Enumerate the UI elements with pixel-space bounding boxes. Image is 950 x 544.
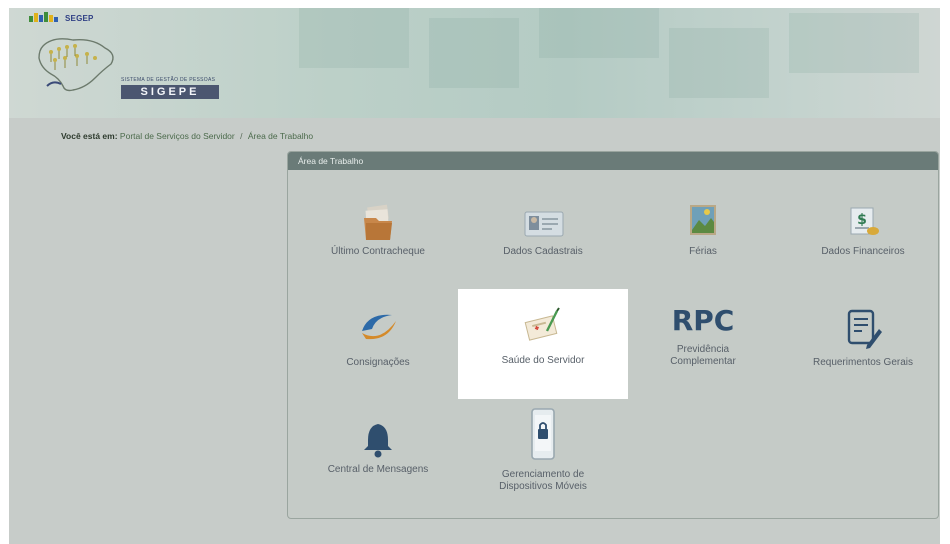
tile-ferias[interactable]: Férias — [618, 202, 788, 258]
landscape-icon — [690, 205, 716, 235]
tile-dados-cadastrais[interactable]: Dados Cadastrais — [458, 202, 628, 258]
tile-label: Último Contracheque — [331, 246, 425, 257]
tile-ultimo-contracheque[interactable]: Último Contracheque — [293, 202, 463, 258]
money-icon: $ — [850, 207, 879, 235]
tile-central-de-mensagens[interactable]: Central de Mensagens — [293, 420, 463, 476]
bell-icon — [364, 424, 392, 458]
segep-logo-icon — [29, 12, 58, 22]
tile-label: Dados Cadastrais — [503, 246, 583, 257]
folder-icon — [364, 204, 392, 240]
breadcrumb-separator: / — [240, 131, 243, 141]
svg-text:RPC: RPC — [673, 304, 733, 336]
rpc-icon: RPC — [673, 304, 733, 336]
document-edit-icon — [847, 309, 882, 349]
tile-requerimentos-gerais[interactable]: Requerimentos Gerais — [778, 307, 948, 369]
workspace-panel: Área de Trabalho Último Contracheque Dad… — [287, 151, 939, 519]
tile-label: Central de Mensagens — [327, 464, 429, 475]
breadcrumb-label: Você está em: — [61, 131, 118, 141]
segep-text: SEGEP — [65, 13, 94, 23]
segep-logo[interactable]: SEGEP — [29, 12, 94, 24]
tile-consignacoes[interactable]: Consignações — [293, 307, 463, 369]
breadcrumb-item-portal[interactable]: Portal de Serviços do Servidor — [120, 131, 235, 141]
health-form-icon — [524, 307, 560, 341]
tile-label: Dados Financeiros — [821, 246, 905, 257]
id-card-icon — [524, 211, 564, 237]
tile-previdencia-complementar[interactable]: RPC Previdência Complementar — [618, 300, 788, 368]
tile-gerenciamento-dispositivos[interactable]: Gerenciamento de Dispositivos Móveis — [458, 407, 628, 493]
sigepe-title: SIGEPE — [121, 85, 219, 99]
tile-saude-do-servidor[interactable]: Saúde do Servidor — [458, 289, 628, 399]
tile-label: Previdência Complementar — [670, 344, 736, 367]
brazil-map-icon — [38, 38, 114, 92]
tile-label: Férias — [689, 246, 717, 257]
svg-text:$: $ — [857, 212, 867, 228]
sistema-text: SISTEMA DE GESTÃO DE PESSOAS — [121, 77, 216, 83]
tile-label: Gerenciamento de Dispositivos Móveis — [499, 469, 587, 492]
phone-lock-icon — [531, 408, 555, 460]
swoosh-icon — [362, 314, 396, 340]
tile-label: Consignações — [346, 357, 410, 368]
breadcrumb: Você está em: Portal de Serviços do Serv… — [61, 131, 313, 141]
tile-label: Requerimentos Gerais — [812, 357, 914, 368]
header-banner: SEGEP SISTEMA DE GESTÃO DE PESSOAS SIGEP… — [9, 8, 940, 118]
tile-label: Saúde do Servidor — [501, 355, 585, 366]
tile-dados-financeiros[interactable]: $ Dados Financeiros — [778, 202, 948, 258]
panel-title: Área de Trabalho — [288, 152, 938, 170]
breadcrumb-item-area[interactable]: Área de Trabalho — [248, 131, 313, 141]
page-overlay: SEGEP SISTEMA DE GESTÃO DE PESSOAS SIGEP… — [9, 8, 940, 544]
